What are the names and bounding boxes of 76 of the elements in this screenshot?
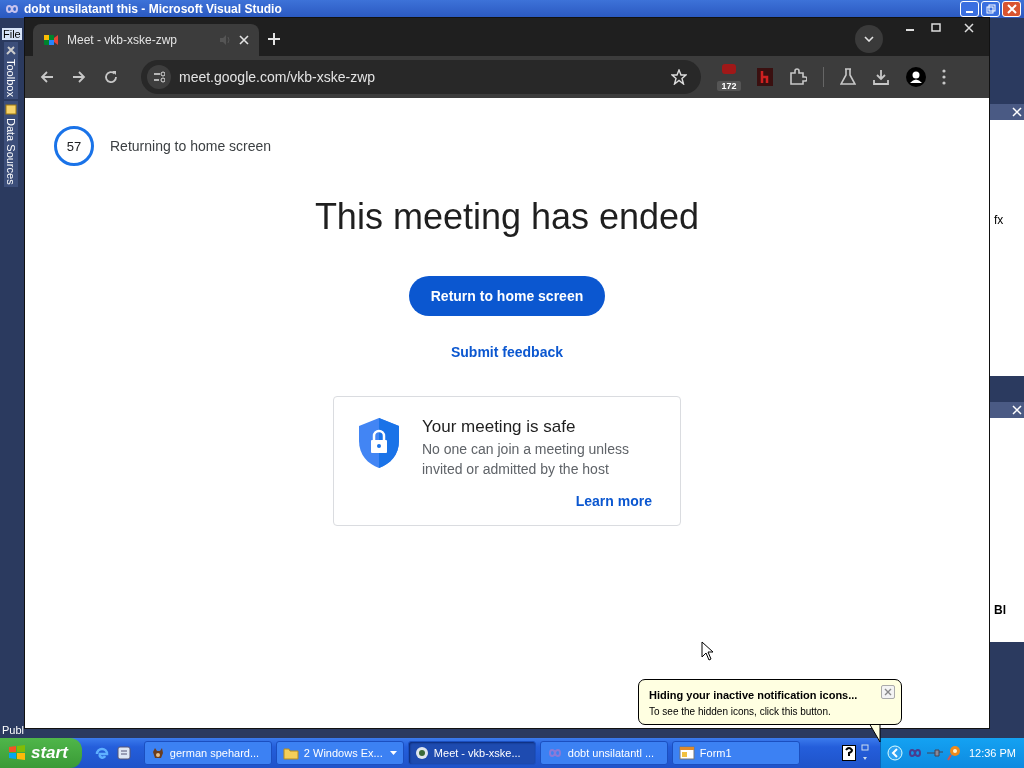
- taskbar-button[interactable]: dobt unsilatantl ...: [539, 741, 668, 765]
- close-icon: [239, 35, 249, 45]
- close-icon: [884, 688, 892, 696]
- flask-icon[interactable]: [840, 68, 856, 86]
- feedback-link[interactable]: Submit feedback: [451, 344, 563, 360]
- clock: 12:36 PM: [968, 747, 1016, 759]
- close-icon[interactable]: [1012, 405, 1022, 415]
- balloon-title: Hiding your inactive notification icons...: [649, 689, 858, 701]
- status-text: Publ: [2, 724, 25, 736]
- shield-lock-icon: [358, 417, 400, 469]
- extension-icon[interactable]: [757, 68, 773, 86]
- document-icon[interactable]: [115, 745, 132, 761]
- infinity-icon: [546, 748, 563, 758]
- card-text: No one can join a meeting unless invited or admitted by the host: [422, 440, 631, 479]
- new-tab-button[interactable]: [267, 32, 281, 46]
- browser-icon: [414, 746, 429, 760]
- sliders-icon: [153, 71, 165, 83]
- window-title: dobt unsilatantl this - Microsoft Visual Studio: [24, 2, 282, 16]
- reload-icon[interactable]: [103, 69, 119, 85]
- browser-icon[interactable]: [93, 745, 110, 761]
- back-icon[interactable]: [39, 69, 55, 85]
- page-heading: This meeting has ended: [314, 196, 700, 238]
- maximize-icon: [930, 23, 941, 33]
- url-text: meet.google.com/vkb-xske-zwp: [179, 69, 377, 85]
- dog-icon: [150, 746, 165, 760]
- side-tab[interactable]: Data Sources: [4, 100, 18, 187]
- infinity-icon: [4, 4, 20, 14]
- restore-button[interactable]: [981, 1, 1000, 17]
- panel-text: fx: [993, 213, 1005, 227]
- menu-item[interactable]: File: [2, 28, 22, 40]
- side-tab-label: Toolbox: [5, 59, 17, 97]
- chevron-down-icon: [864, 36, 874, 42]
- chevron-icon[interactable]: [886, 745, 903, 761]
- countdown-label: Returning to home screen: [110, 138, 272, 154]
- caret-icon: [389, 751, 397, 755]
- taskbar-button[interactable]: Meet - vkb-xske...: [407, 741, 536, 765]
- close-tab-button[interactable]: [239, 35, 249, 45]
- tab-search-button[interactable]: [855, 25, 883, 53]
- learn-more-link[interactable]: Learn more: [575, 493, 652, 509]
- profile-icon[interactable]: [906, 67, 926, 87]
- site-info-button[interactable]: [147, 65, 171, 89]
- close-icon[interactable]: [1012, 107, 1022, 117]
- windows-flag-icon: [8, 745, 26, 761]
- tab-title: Meet - vkb-xske-zwp: [67, 33, 179, 47]
- taskbar-button[interactable]: 2 Windows Ex...: [275, 741, 404, 765]
- side-tab[interactable]: Toolbox: [4, 42, 18, 99]
- balloon-text: To see the hidden icons, click this button.: [649, 706, 832, 717]
- mouse-cursor-icon: [701, 641, 714, 661]
- browser-tab[interactable]: Meet - vkb-xske-zwp: [33, 24, 259, 56]
- minimize-icon: [966, 11, 973, 13]
- download-icon[interactable]: [872, 68, 890, 86]
- countdown-timer: 57: [54, 126, 94, 166]
- side-tab-label: Data Sources: [5, 117, 17, 185]
- taskbar-button[interactable]: Form1: [671, 741, 800, 765]
- close-button[interactable]: [881, 685, 895, 699]
- plus-icon: [267, 32, 281, 46]
- folder-icon: [282, 746, 299, 760]
- restore-icon: [985, 4, 996, 14]
- infinity-icon[interactable]: [906, 748, 923, 758]
- extension-button[interactable]: 172: [717, 63, 741, 91]
- return-home-button[interactable]: Return to home screen: [409, 276, 605, 316]
- close-icon: [964, 23, 974, 33]
- video-camera-icon: [43, 33, 59, 47]
- taskbar-button[interactable]: german spehard...: [143, 741, 272, 765]
- help-icon[interactable]: [841, 745, 856, 761]
- star-icon[interactable]: [671, 69, 687, 85]
- panel-text: Bl: [993, 603, 1007, 617]
- form-icon: [678, 746, 695, 760]
- extension-icon: [720, 63, 738, 75]
- menu-icon[interactable]: [942, 69, 946, 85]
- tools-icon: [5, 44, 17, 56]
- close-icon: [1006, 4, 1017, 14]
- puzzle-icon[interactable]: [789, 68, 807, 86]
- card-title: Your meeting is safe: [422, 417, 577, 437]
- address-bar[interactable]: meet.google.com/vkb-xske-zwp: [141, 60, 701, 94]
- forward-icon[interactable]: [71, 69, 87, 85]
